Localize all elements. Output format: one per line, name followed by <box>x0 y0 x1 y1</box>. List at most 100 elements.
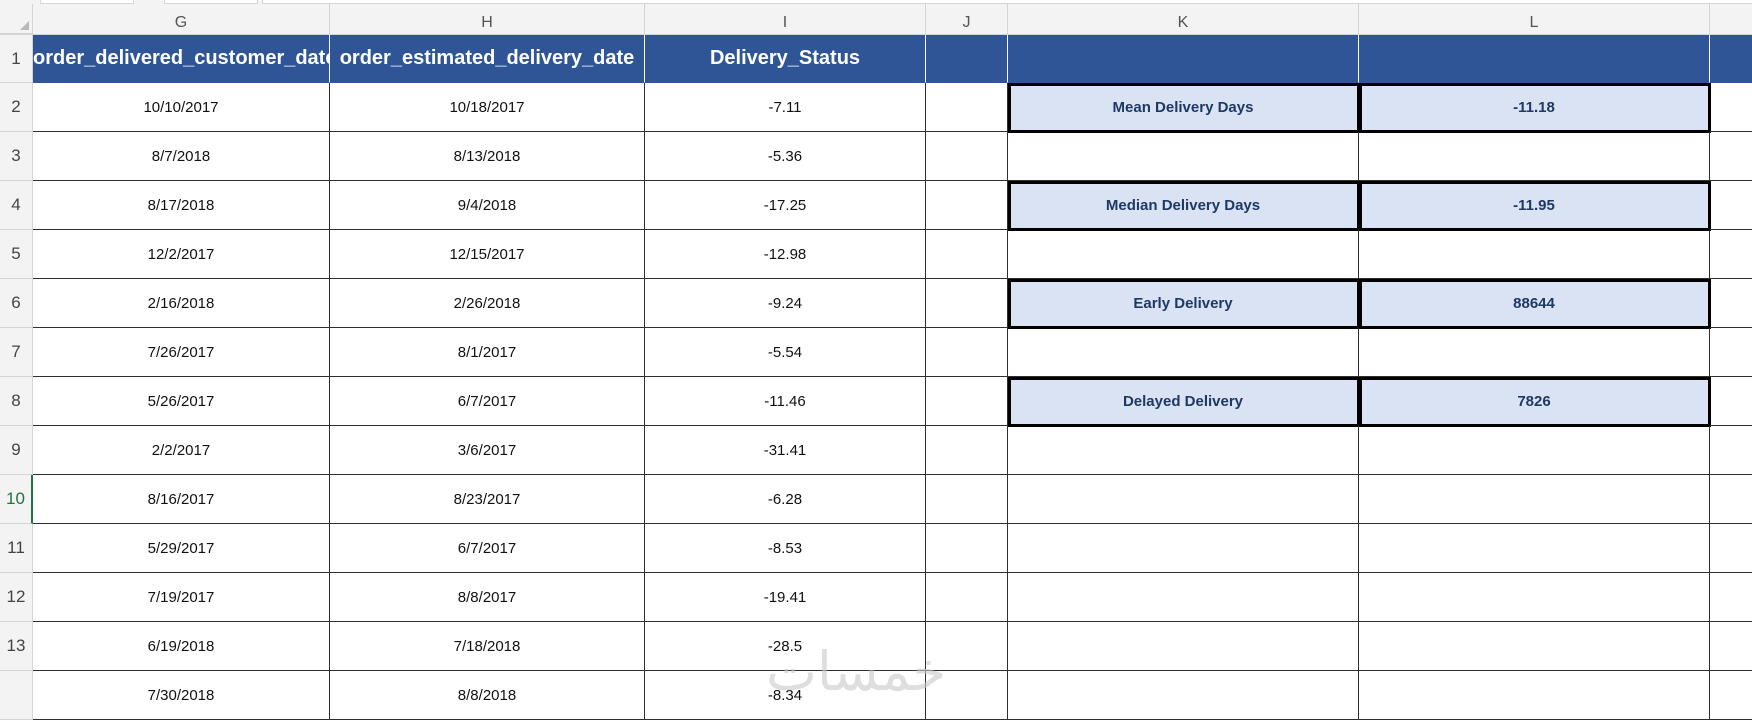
cell-j6[interactable] <box>926 279 1008 328</box>
cell-h7[interactable]: 8/1/2017 <box>330 328 645 377</box>
row-header-2[interactable]: 2 <box>0 83 33 132</box>
cell-h8[interactable]: 6/7/2017 <box>330 377 645 426</box>
cell-h3[interactable]: 8/13/2018 <box>330 132 645 181</box>
cell-k7[interactable] <box>1008 328 1359 377</box>
mean-delivery-days-value[interactable]: -11.18 <box>1359 83 1710 132</box>
delayed-delivery-label[interactable]: Delayed Delivery <box>1008 377 1359 426</box>
cell-j2[interactable] <box>926 83 1008 132</box>
cell-h5[interactable]: 12/15/2017 <box>330 230 645 279</box>
cell-j8[interactable] <box>926 377 1008 426</box>
cell-j10[interactable] <box>926 475 1008 524</box>
cell-l12[interactable] <box>1359 573 1710 622</box>
cell-i6[interactable]: -9.24 <box>645 279 926 328</box>
cell-j11[interactable] <box>926 524 1008 573</box>
row-header-10[interactable]: 10 <box>0 475 33 524</box>
row-header-partial[interactable] <box>0 671 33 720</box>
select-all-corner[interactable] <box>0 4 33 34</box>
cell-g10[interactable]: 8/16/2017 <box>33 475 330 524</box>
cell-g12[interactable]: 7/19/2017 <box>33 573 330 622</box>
cell-j5[interactable] <box>926 230 1008 279</box>
cell-g3[interactable]: 8/7/2018 <box>33 132 330 181</box>
row-header-11[interactable]: 11 <box>0 524 33 573</box>
cell-i12[interactable]: -19.41 <box>645 573 926 622</box>
cell-h13[interactable]: 7/18/2018 <box>330 622 645 671</box>
cell-i10[interactable]: -6.28 <box>645 475 926 524</box>
cell-i5[interactable]: -12.98 <box>645 230 926 279</box>
column-header-j[interactable]: J <box>926 4 1008 34</box>
column-header-l[interactable]: L <box>1359 4 1710 34</box>
cell-j4[interactable] <box>926 181 1008 230</box>
header-cell-j[interactable] <box>926 35 1008 83</box>
median-delivery-days-value[interactable]: -11.95 <box>1359 181 1710 230</box>
cell-h9[interactable]: 3/6/2017 <box>330 426 645 475</box>
cell-k9[interactable] <box>1008 426 1359 475</box>
row-header-3[interactable]: 3 <box>0 132 33 181</box>
cell-h4[interactable]: 9/4/2018 <box>330 181 645 230</box>
cell-l7[interactable] <box>1359 328 1710 377</box>
row-header-5[interactable]: 5 <box>0 230 33 279</box>
cell-j12[interactable] <box>926 573 1008 622</box>
mean-delivery-days-label[interactable]: Mean Delivery Days <box>1008 83 1359 132</box>
cell-h10[interactable]: 8/23/2017 <box>330 475 645 524</box>
row-header-8[interactable]: 8 <box>0 377 33 426</box>
early-delivery-label[interactable]: Early Delivery <box>1008 279 1359 328</box>
cell-k14[interactable] <box>1008 671 1359 720</box>
cell-l10[interactable] <box>1359 475 1710 524</box>
cell-h14[interactable]: 8/8/2018 <box>330 671 645 720</box>
row-header-13[interactable]: 13 <box>0 622 33 671</box>
cell-h6[interactable]: 2/26/2018 <box>330 279 645 328</box>
cell-k11[interactable] <box>1008 524 1359 573</box>
cell-g2[interactable]: 10/10/2017 <box>33 83 330 132</box>
cell-g6[interactable]: 2/16/2018 <box>33 279 330 328</box>
row-header-7[interactable]: 7 <box>0 328 33 377</box>
cell-g7[interactable]: 7/26/2017 <box>33 328 330 377</box>
row-header-1[interactable]: 1 <box>0 35 33 83</box>
cell-g5[interactable]: 12/2/2017 <box>33 230 330 279</box>
cell-g9[interactable]: 2/2/2017 <box>33 426 330 475</box>
median-delivery-days-label[interactable]: Median Delivery Days <box>1008 181 1359 230</box>
cell-g8[interactable]: 5/26/2017 <box>33 377 330 426</box>
row-header-9[interactable]: 9 <box>0 426 33 475</box>
cell-h11[interactable]: 6/7/2017 <box>330 524 645 573</box>
cell-k12[interactable] <box>1008 573 1359 622</box>
early-delivery-value[interactable]: 88644 <box>1359 279 1710 328</box>
column-header-h[interactable]: H <box>330 4 645 34</box>
column-header-g[interactable]: G <box>33 4 330 34</box>
cell-j3[interactable] <box>926 132 1008 181</box>
cell-g14[interactable]: 7/30/2018 <box>33 671 330 720</box>
row-header-4[interactable]: 4 <box>0 181 33 230</box>
cell-l3[interactable] <box>1359 132 1710 181</box>
cell-j9[interactable] <box>926 426 1008 475</box>
cell-k10[interactable] <box>1008 475 1359 524</box>
cell-i11[interactable]: -8.53 <box>645 524 926 573</box>
header-cell-h[interactable]: order_estimated_delivery_date <box>330 35 645 83</box>
header-cell-l[interactable] <box>1359 35 1710 83</box>
column-header-k[interactable]: K <box>1008 4 1359 34</box>
row-header-6[interactable]: 6 <box>0 279 33 328</box>
cell-l5[interactable] <box>1359 230 1710 279</box>
cell-i2[interactable]: -7.11 <box>645 83 926 132</box>
cell-i3[interactable]: -5.36 <box>645 132 926 181</box>
row-header-12[interactable]: 12 <box>0 573 33 622</box>
cell-h12[interactable]: 8/8/2017 <box>330 573 645 622</box>
delayed-delivery-value[interactable]: 7826 <box>1359 377 1710 426</box>
header-cell-i[interactable]: Delivery_Status <box>645 35 926 83</box>
cell-i4[interactable]: -17.25 <box>645 181 926 230</box>
header-cell-k[interactable] <box>1008 35 1359 83</box>
cell-k13[interactable] <box>1008 622 1359 671</box>
column-header-i[interactable]: I <box>645 4 926 34</box>
cell-g13[interactable]: 6/19/2018 <box>33 622 330 671</box>
cell-l11[interactable] <box>1359 524 1710 573</box>
cell-j7[interactable] <box>926 328 1008 377</box>
cell-h2[interactable]: 10/18/2017 <box>330 83 645 132</box>
cell-l13[interactable] <box>1359 622 1710 671</box>
cell-l9[interactable] <box>1359 426 1710 475</box>
cell-k5[interactable] <box>1008 230 1359 279</box>
cell-l14[interactable] <box>1359 671 1710 720</box>
cell-k3[interactable] <box>1008 132 1359 181</box>
cell-i8[interactable]: -11.46 <box>645 377 926 426</box>
cell-g4[interactable]: 8/17/2018 <box>33 181 330 230</box>
cell-g11[interactable]: 5/29/2017 <box>33 524 330 573</box>
header-cell-g[interactable]: order_delivered_customer_date <box>33 35 330 83</box>
cell-i9[interactable]: -31.41 <box>645 426 926 475</box>
